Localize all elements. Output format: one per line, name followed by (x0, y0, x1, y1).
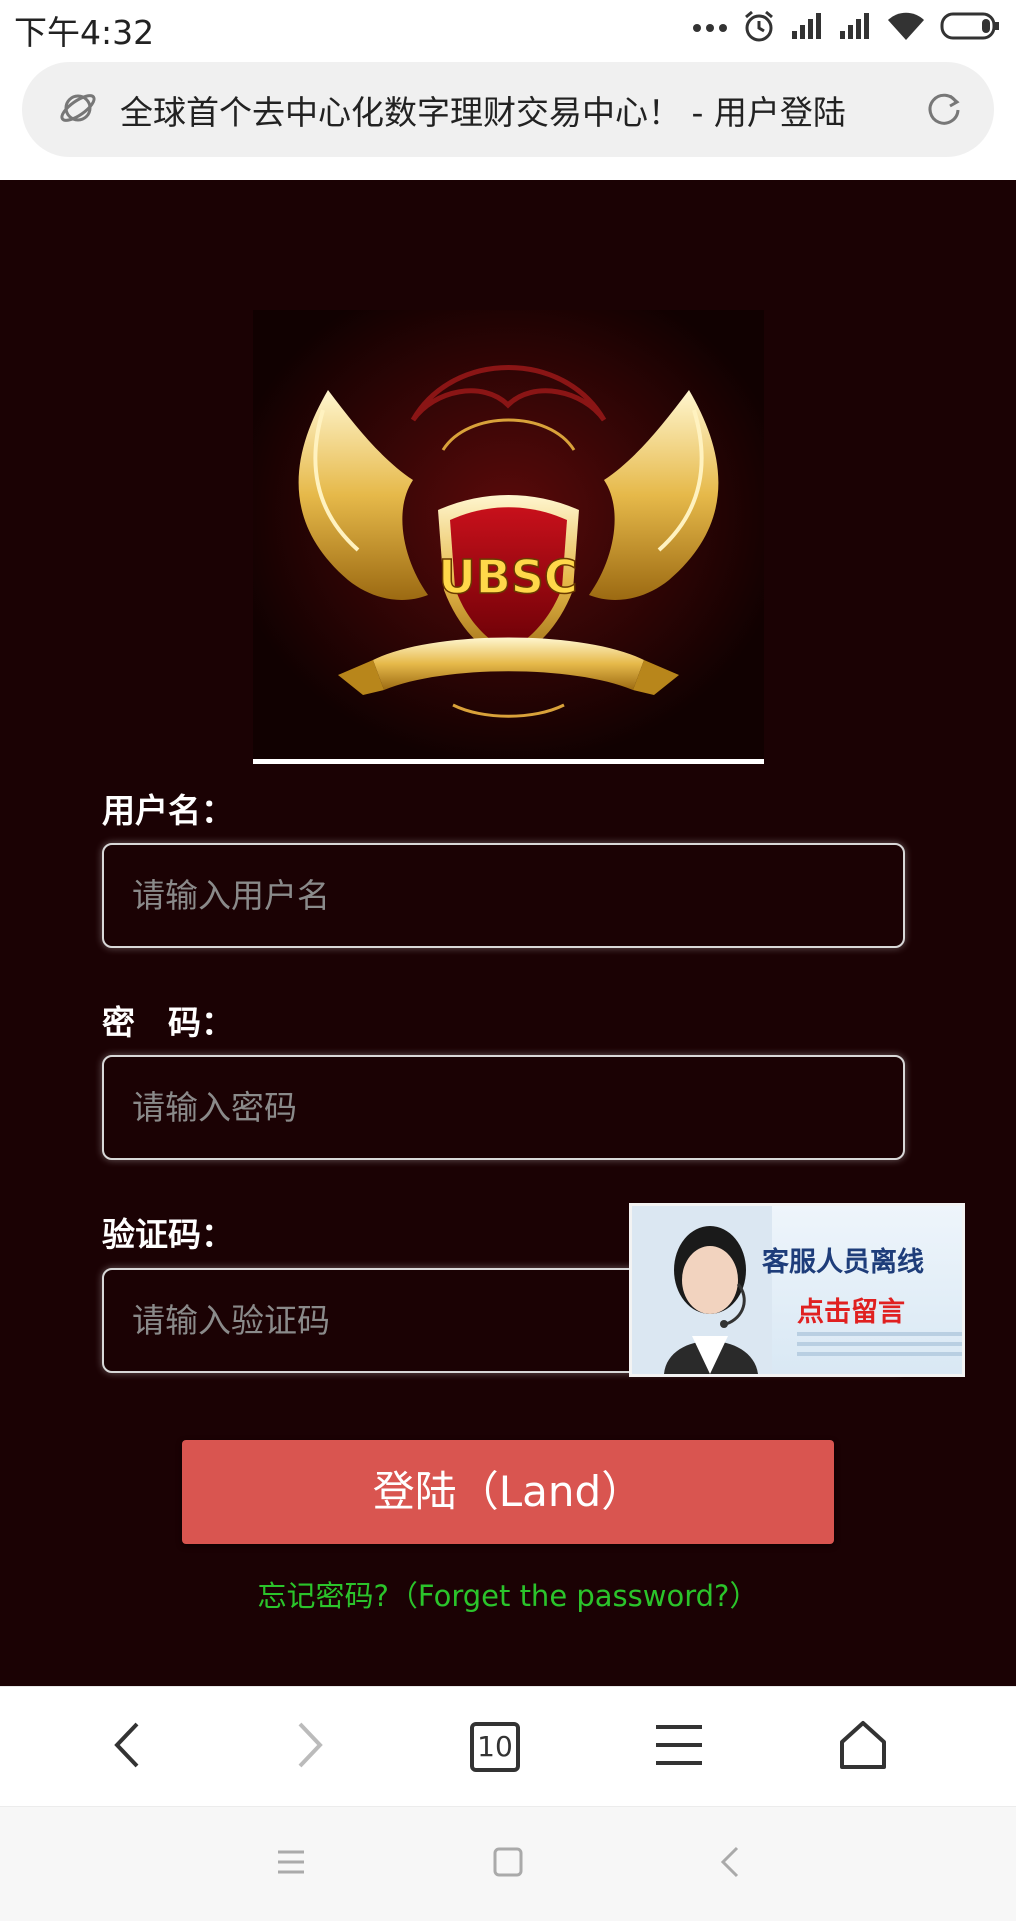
banner-stripe (797, 1342, 962, 1346)
status-icons (692, 8, 1000, 48)
banner-stripe (797, 1352, 962, 1356)
logo-underline (253, 759, 764, 764)
logo-text: UBSC (438, 550, 577, 604)
recents-icon (276, 1849, 306, 1879)
url-bar[interactable]: 全球首个去中心化数字理财交易中心！ - 用户登陆 (22, 62, 994, 157)
back-nav-button[interactable] (680, 1807, 780, 1921)
browser-toolbar: 10 (0, 1686, 1016, 1807)
forward-icon (290, 1720, 330, 1774)
password-label: 密 码： (102, 1003, 234, 1042)
page-title: 全球首个去中心化数字理财交易中心！ - 用户登陆 (120, 92, 846, 132)
recents-button[interactable] (241, 1807, 341, 1921)
back-nav-icon (720, 1846, 740, 1882)
username-label: 用户名： (102, 791, 234, 830)
home-nav-button[interactable] (458, 1807, 558, 1921)
login-button[interactable]: 登陆（Land） (182, 1440, 834, 1544)
planet-icon (58, 88, 98, 132)
menu-icon (654, 1723, 704, 1771)
back-button[interactable] (67, 1687, 187, 1807)
tab-count: 10 (477, 1730, 513, 1763)
home-button[interactable] (803, 1687, 923, 1807)
customer-service-banner[interactable]: 客服人员离线 点击留言 (629, 1203, 965, 1377)
tabs-icon: 10 (470, 1722, 520, 1772)
status-time: 下午4:32 (14, 13, 155, 52)
more-dots-icon (692, 19, 728, 38)
alarm-icon (742, 9, 776, 47)
back-icon (107, 1720, 147, 1774)
home-icon (838, 1720, 888, 1774)
password-input[interactable]: 请输入密码 (102, 1055, 905, 1160)
forward-button[interactable] (250, 1687, 370, 1807)
refresh-icon[interactable] (924, 88, 964, 132)
tabs-button[interactable]: 10 (435, 1687, 555, 1807)
menu-button[interactable] (619, 1687, 739, 1807)
signal-icon (790, 11, 824, 45)
banner-action-text: 点击留言 (797, 1297, 905, 1328)
signal-icon (838, 11, 872, 45)
username-input[interactable]: 请输入用户名 (102, 843, 905, 948)
forgot-password-link[interactable]: 忘记密码?（Forget the password?） (0, 1573, 1016, 1615)
banner-stripe (797, 1332, 962, 1336)
battery-icon (940, 11, 1000, 45)
system-nav-bar (0, 1806, 1016, 1921)
captcha-label: 验证码： (102, 1215, 234, 1254)
ubsc-logo: UBSC (253, 310, 764, 764)
agent-avatar (632, 1206, 772, 1374)
status-bar: 下午4:32 (0, 0, 1016, 55)
home-nav-icon (493, 1847, 523, 1881)
wifi-icon (886, 10, 926, 46)
banner-status-text: 客服人员离线 (762, 1247, 924, 1278)
